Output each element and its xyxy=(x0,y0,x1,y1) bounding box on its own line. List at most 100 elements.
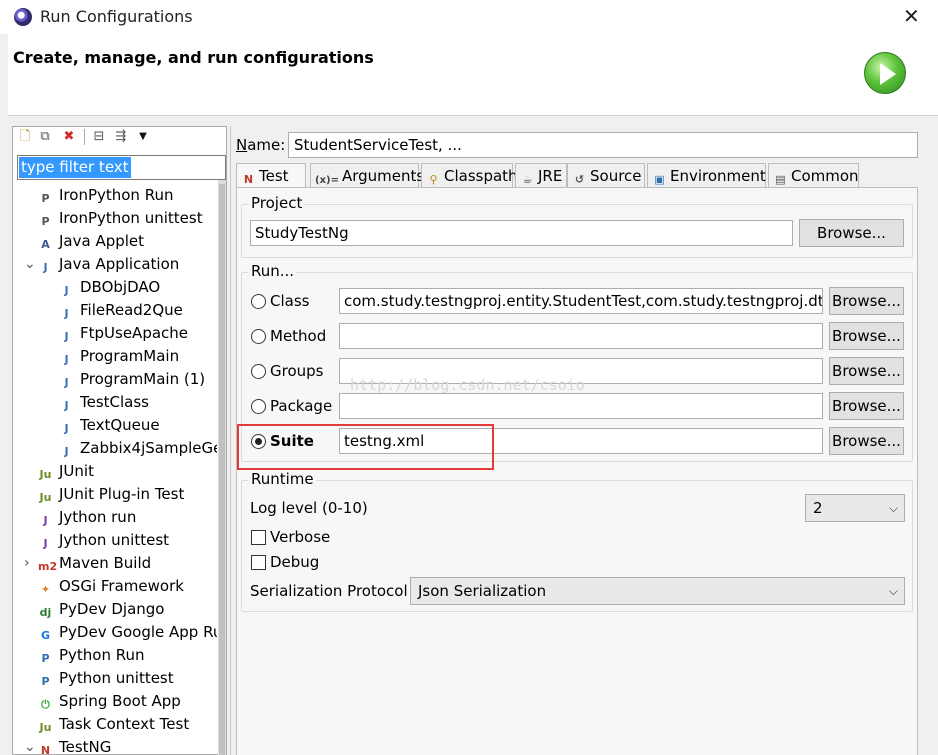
tree-item[interactable]: ⏻ Spring Boot App xyxy=(38,690,181,713)
tree-item[interactable]: dj PyDev Django xyxy=(38,598,165,621)
tree-item[interactable]: J FtpUseApache xyxy=(59,322,188,345)
delete-icon[interactable]: ✖ xyxy=(60,128,78,146)
groups-label: Groups xyxy=(270,362,324,380)
tree-item[interactable]: ✦ OSGi Framework xyxy=(38,575,184,598)
duplicate-icon[interactable]: ⧉ xyxy=(36,128,54,146)
suite-browse-button[interactable]: Browse... xyxy=(829,427,904,455)
collapse-chevron-icon[interactable]: › xyxy=(24,552,30,575)
run-icon xyxy=(864,52,906,94)
package-field[interactable] xyxy=(339,393,823,419)
tree-item[interactable]: P Python Run xyxy=(38,644,144,667)
tree-item[interactable]: › m2 Maven Build xyxy=(24,552,151,575)
tree-item-label: PyDev Google App Run xyxy=(59,623,217,641)
tree-item[interactable]: J ProgramMain xyxy=(59,345,179,368)
tree-item[interactable]: J DBObjDAO xyxy=(59,276,160,299)
tree-item[interactable]: P Python unittest xyxy=(38,667,174,690)
tree-item-label: Python unittest xyxy=(59,669,174,687)
tree-item-label: FtpUseApache xyxy=(80,324,189,342)
tree-item[interactable]: G PyDev Google App Run xyxy=(38,621,217,644)
tab-test[interactable]: N Test xyxy=(236,163,306,188)
tree-item[interactable]: Ju JUnit Plug-in Test xyxy=(38,483,185,506)
tree-item[interactable]: Ju JUnit xyxy=(38,460,94,483)
debug-checkbox[interactable] xyxy=(251,555,266,570)
tab-common[interactable]: ▤ Common xyxy=(768,163,859,188)
tab-label: Common xyxy=(791,167,859,185)
groups-browse-button[interactable]: Browse... xyxy=(829,357,904,385)
new-config-icon[interactable]: 🗋 xyxy=(16,128,34,146)
groups-radio[interactable] xyxy=(251,364,266,379)
tab-environment[interactable]: ▣ Environment xyxy=(647,163,766,188)
tab-label: Classpath xyxy=(444,167,518,185)
method-browse-button[interactable]: Browse... xyxy=(829,322,904,350)
toolbar-divider xyxy=(84,129,85,145)
tree-item[interactable]: J Jython run xyxy=(38,506,136,529)
task-context-icon: Ju xyxy=(39,721,52,734)
tree-item-label: PyDev Django xyxy=(59,600,165,618)
applet-icon: A xyxy=(41,238,50,251)
filter-icon[interactable]: ⇶ xyxy=(112,128,130,146)
jre-icon: ☕ xyxy=(522,173,533,186)
python-run-icon: P xyxy=(41,652,50,665)
tree-item[interactable]: J ProgramMain (1) xyxy=(59,368,205,391)
class-browse-button[interactable]: Browse... xyxy=(829,287,904,315)
tree-item[interactable]: J Jython unittest xyxy=(38,529,169,552)
tree-item[interactable]: ⌄ N TestNG xyxy=(24,736,111,755)
tree-item[interactable]: A Java Applet xyxy=(38,230,144,253)
package-browse-button[interactable]: Browse... xyxy=(829,392,904,420)
tab-source[interactable]: ↺ Source xyxy=(567,163,645,188)
expand-chevron-icon[interactable]: ⌄ xyxy=(24,253,36,276)
class-radio[interactable] xyxy=(251,294,266,309)
common-icon: ▤ xyxy=(775,173,786,186)
tree-item[interactable]: P IronPython Run xyxy=(38,184,173,207)
serialization-label: Serialization Protocol xyxy=(250,582,408,600)
tree-item[interactable]: J FileRead2Que xyxy=(59,299,182,322)
spring-boot-icon: ⏻ xyxy=(41,698,50,711)
tab-classpath[interactable]: ⚲ Classpath xyxy=(421,163,518,188)
expand-chevron-icon[interactable]: ⌄ xyxy=(24,736,36,755)
testng-icon: N xyxy=(40,744,51,755)
jython-icon: J xyxy=(43,514,48,527)
tree-item[interactable]: Ju Task Context Test xyxy=(38,713,190,736)
tab-arguments[interactable]: (x)= Arguments xyxy=(310,163,424,188)
java-class-icon: J xyxy=(64,284,69,297)
tree-item[interactable]: ⌄ J Java Application xyxy=(24,253,179,276)
name-field[interactable]: StudentServiceTest, ... xyxy=(288,132,918,158)
junit-icon: Ju xyxy=(39,468,52,481)
class-field[interactable]: com.study.testngproj.entity.StudentTest,… xyxy=(339,288,823,314)
log-level-select[interactable]: 2 ⌵ xyxy=(805,494,905,522)
project-field[interactable]: StudyTestNg xyxy=(250,220,793,246)
verbose-label: Verbose xyxy=(270,528,331,546)
tree-item-label: Jython run xyxy=(59,508,137,526)
tree-item[interactable]: J Zabbix4jSampleGet xyxy=(59,437,217,460)
tree-item[interactable]: P IronPython unittest xyxy=(38,207,202,230)
tree-scrollbar-thumb[interactable] xyxy=(219,184,225,755)
tab-jre[interactable]: ☕ JRE xyxy=(515,163,567,188)
name-label: Name: xyxy=(236,136,286,154)
project-browse-button[interactable]: Browse... xyxy=(799,219,904,247)
classpath-icon: ⚲ xyxy=(429,173,438,186)
tree-item[interactable]: J TestClass xyxy=(59,391,149,414)
view-menu-chevron-down-icon[interactable]: ▼ xyxy=(134,128,152,146)
java-class-icon: J xyxy=(64,376,69,389)
serialization-value: Json Serialization xyxy=(418,582,547,600)
collapse-all-icon[interactable]: ⊟ xyxy=(90,128,108,146)
annotation-highlight xyxy=(237,424,494,470)
tree-item-label: Zabbix4jSampleGet xyxy=(80,439,217,457)
package-radio[interactable] xyxy=(251,399,266,414)
python-icon: P xyxy=(41,192,50,205)
java-class-icon: J xyxy=(64,399,69,412)
tree-item-label: JUnit xyxy=(59,462,94,480)
arguments-icon: (x)= xyxy=(315,175,339,186)
source-icon: ↺ xyxy=(574,173,585,186)
tree-item-label: TestClass xyxy=(80,393,150,411)
serialization-select[interactable]: Json Serialization ⌵ xyxy=(410,577,905,605)
tree-item[interactable]: J TextQueue xyxy=(59,414,159,437)
method-field[interactable] xyxy=(339,323,823,349)
java-class-icon: J xyxy=(64,307,69,320)
tab-label: Arguments xyxy=(341,167,425,185)
verbose-checkbox[interactable] xyxy=(251,530,266,545)
python-unittest-icon: P xyxy=(41,675,50,688)
config-tree: P IronPython Run P IronPython unittest A Java… xyxy=(14,184,217,755)
method-radio[interactable] xyxy=(251,329,266,344)
close-icon[interactable]: ✕ xyxy=(903,6,920,26)
